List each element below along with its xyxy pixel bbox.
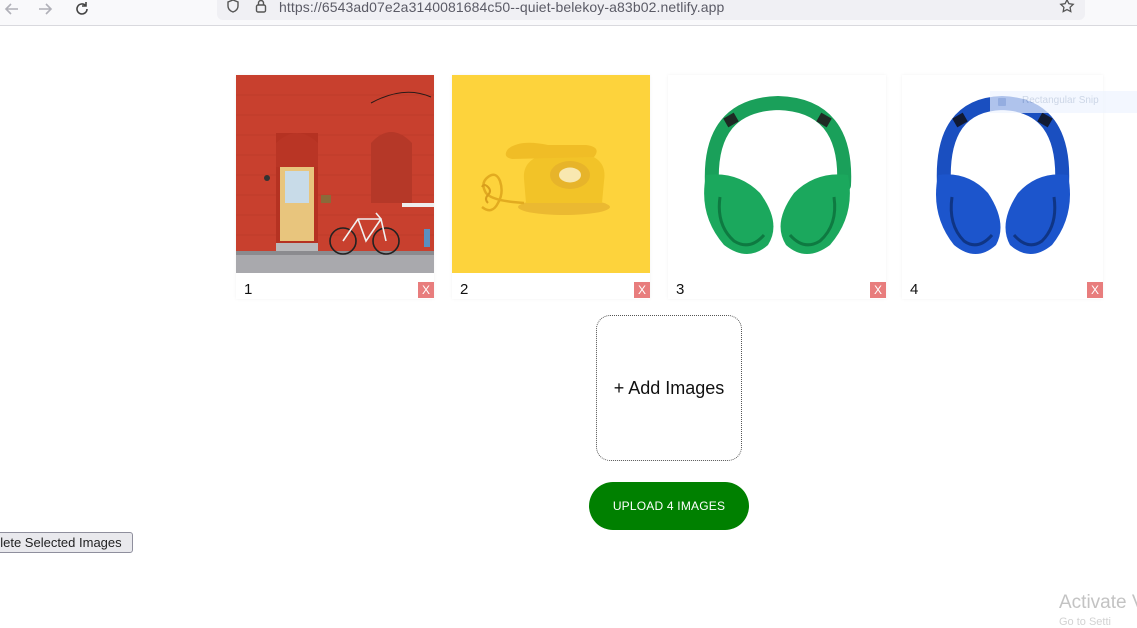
activate-windows-watermark: Activate V (1059, 592, 1137, 613)
remove-image-button[interactable]: X (1087, 282, 1103, 298)
add-images-label: + Add Images (613, 377, 725, 398)
image-number: 3 (676, 281, 685, 298)
image-number: 4 (910, 281, 919, 298)
delete-selected-label: elete Selected Images (0, 535, 122, 550)
image-preview-brick-wall (236, 75, 434, 273)
forward-icon[interactable] (33, 0, 57, 20)
upload-label: UPLOAD 4 IMAGES (612, 499, 726, 513)
image-card[interactable]: 2 X (452, 75, 650, 299)
url-text[interactable]: https://6543ad07e2a3140081684c50--quiet-… (279, 0, 724, 15)
back-icon[interactable] (0, 0, 24, 20)
image-number: 1 (244, 281, 253, 298)
remove-image-button[interactable]: X (634, 282, 650, 298)
browser-toolbar: https://6543ad07e2a3140081684c50--quiet-… (0, 0, 1137, 26)
delete-selected-images-button[interactable]: elete Selected Images (0, 532, 133, 553)
image-preview-telephone (452, 75, 650, 273)
image-card[interactable]: 3 X (668, 75, 886, 299)
remove-image-button[interactable]: X (870, 282, 886, 298)
upload-images-button[interactable]: UPLOAD 4 IMAGES (589, 482, 749, 530)
snip-tool-overlay: Rectangular Snip (990, 91, 1137, 113)
add-images-button[interactable]: + Add Images (596, 315, 742, 461)
image-preview-green-headphones (668, 75, 886, 273)
image-number: 2 (460, 281, 469, 298)
reload-icon[interactable] (70, 0, 94, 20)
snip-label: Rectangular Snip (1022, 95, 1099, 106)
lock-icon[interactable] (253, 0, 269, 14)
shield-icon[interactable] (225, 0, 241, 14)
image-card[interactable]: 1 X (236, 75, 434, 299)
activate-windows-subtext: Go to Setti (1059, 616, 1111, 628)
snip-icon (998, 98, 1006, 106)
remove-image-button[interactable]: X (418, 282, 434, 298)
bookmark-star-icon[interactable] (1059, 0, 1075, 14)
address-bar[interactable]: https://6543ad07e2a3140081684c50--quiet-… (217, 0, 1085, 20)
